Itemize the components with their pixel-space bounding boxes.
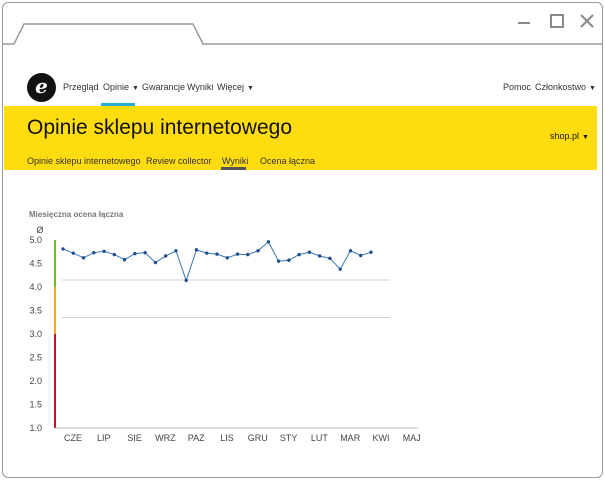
x-tick-label: PAZ [188, 433, 205, 443]
x-tick-label: SIE [127, 433, 142, 443]
x-tick-label: MAJ [403, 433, 421, 443]
data-point [348, 249, 353, 253]
data-point [317, 254, 322, 258]
y-tick-label: 3.0 [29, 329, 42, 339]
data-point [102, 249, 106, 253]
y-tick-label: 1.5 [29, 400, 42, 410]
data-point [71, 251, 75, 255]
data-point [256, 249, 260, 253]
data-point [81, 256, 86, 260]
x-tick-label: GRU [248, 433, 268, 443]
x-tick-label: LIP [97, 433, 111, 443]
data-point [235, 252, 240, 256]
data-point [215, 252, 219, 256]
data-point [122, 258, 127, 262]
monthly-rating-chart: Ø5.0 4.5 4.0 3.5 3.0 2.5 2.0 1.5 1.0 CZE LIP SIE WRZ… [29, 225, 421, 443]
y-tick-label: 4.5 [29, 259, 42, 269]
y-tick-label: 2.0 [29, 376, 42, 386]
x-tick-label: CZE [64, 433, 82, 443]
data-point [276, 259, 281, 263]
data-point [112, 252, 117, 257]
data-point [246, 252, 250, 257]
data-point [307, 250, 312, 254]
data-point [328, 256, 332, 261]
x-tick-label: WRZ [155, 433, 176, 443]
data-point [359, 253, 363, 258]
series-line [62, 241, 372, 282]
x-tick-label: STY [280, 433, 298, 443]
data-point [205, 251, 209, 255]
y-tick-label: 4.0 [29, 282, 42, 292]
x-tick-label: MAR [340, 433, 361, 443]
data-point [266, 240, 271, 244]
y-tick-label: 2.5 [29, 353, 42, 363]
data-point [153, 260, 158, 265]
x-tick-label: KWI [373, 433, 390, 443]
data-point [369, 250, 373, 254]
avg-symbol: Ø [36, 225, 43, 235]
data-point [163, 254, 168, 258]
x-tick-label: LUT [311, 433, 329, 443]
x-tick-label: LIS [220, 433, 234, 443]
data-point [92, 250, 96, 255]
data-point [174, 249, 178, 253]
y-tick-label: 5.0 [29, 235, 42, 245]
y-tick-label: 3.5 [29, 306, 42, 316]
y-tick-label: 1.0 [29, 423, 42, 433]
data-point [143, 250, 147, 255]
data-point [297, 252, 301, 257]
data-point [133, 251, 137, 256]
data-point [61, 247, 65, 251]
data-point [225, 256, 229, 260]
data-point [194, 248, 199, 252]
data-point [338, 267, 342, 271]
data-point [287, 258, 291, 262]
data-point [184, 278, 188, 283]
